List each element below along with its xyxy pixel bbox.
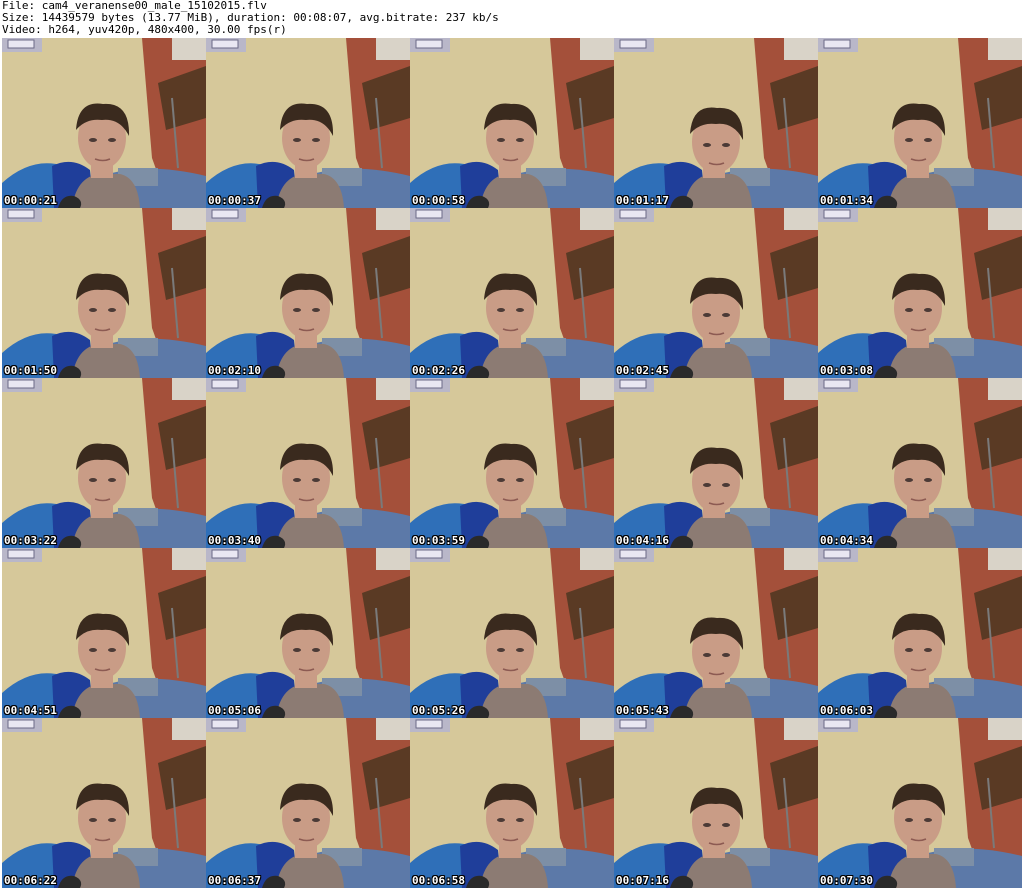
webcam-frame-image	[614, 548, 818, 718]
thumbnail-timestamp: 00:05:06	[208, 704, 261, 717]
thumbnail-timestamp: 00:03:40	[208, 534, 261, 547]
thumbnail-timestamp: 00:00:58	[412, 194, 465, 207]
webcam-frame-image	[206, 548, 410, 718]
webcam-frame-image	[410, 208, 614, 378]
video-thumbnail: 00:03:59	[410, 378, 614, 548]
thumbnail-timestamp: 00:06:22	[4, 874, 57, 887]
webcam-frame-image	[614, 378, 818, 548]
thumbnail-timestamp: 00:00:37	[208, 194, 261, 207]
webcam-frame-image	[818, 548, 1022, 718]
thumbnail-timestamp: 00:04:16	[616, 534, 669, 547]
webcam-frame-image	[2, 548, 206, 718]
webcam-frame-image	[206, 718, 410, 888]
file-info-header: File: cam4_veranense00_male_15102015.flv…	[2, 0, 1022, 38]
video-thumbnail: 00:05:06	[206, 548, 410, 718]
thumbnail-timestamp: 00:05:26	[412, 704, 465, 717]
thumbnail-timestamp: 00:07:16	[616, 874, 669, 887]
webcam-frame-image	[206, 38, 410, 208]
thumbnail-timestamp: 00:04:51	[4, 704, 57, 717]
video-thumbnail: 00:06:58	[410, 718, 614, 888]
thumbnail-timestamp: 00:01:17	[616, 194, 669, 207]
webcam-frame-image	[410, 718, 614, 888]
video-thumbnail: 00:06:37	[206, 718, 410, 888]
webcam-frame-image	[2, 208, 206, 378]
video-thumbnail: 00:03:40	[206, 378, 410, 548]
video-thumbnail: 00:04:16	[614, 378, 818, 548]
webcam-frame-image	[614, 208, 818, 378]
video-thumbnail: 00:00:37	[206, 38, 410, 208]
video-thumbnail: 00:05:26	[410, 548, 614, 718]
video-thumbnail: 00:05:43	[614, 548, 818, 718]
webcam-frame-image	[206, 378, 410, 548]
webcam-frame-image	[2, 38, 206, 208]
video-thumbnail: 00:06:22	[2, 718, 206, 888]
thumbnail-timestamp: 00:03:59	[412, 534, 465, 547]
webcam-frame-image	[614, 718, 818, 888]
webcam-frame-image	[2, 718, 206, 888]
video-thumbnail: 00:00:21	[2, 38, 206, 208]
thumbnail-timestamp: 00:00:21	[4, 194, 57, 207]
thumbnail-timestamp: 00:02:26	[412, 364, 465, 377]
thumbnail-timestamp: 00:06:58	[412, 874, 465, 887]
webcam-frame-image	[410, 38, 614, 208]
thumbnail-timestamp: 00:02:45	[616, 364, 669, 377]
thumbnail-timestamp: 00:04:34	[820, 534, 873, 547]
video-thumbnail: 00:02:45	[614, 208, 818, 378]
webcam-frame-image	[818, 38, 1022, 208]
video-thumbnail: 00:02:10	[206, 208, 410, 378]
video-thumbnail: 00:04:51	[2, 548, 206, 718]
video-thumbnail: 00:01:50	[2, 208, 206, 378]
video-thumbnail: 00:06:03	[818, 548, 1022, 718]
thumbnail-timestamp: 00:07:30	[820, 874, 873, 887]
webcam-frame-image	[410, 548, 614, 718]
video-thumbnail: 00:03:08	[818, 208, 1022, 378]
video-thumbnail: 00:00:58	[410, 38, 614, 208]
thumbnail-timestamp: 00:02:10	[208, 364, 261, 377]
thumbnail-timestamp: 00:06:37	[208, 874, 261, 887]
thumbnail-timestamp: 00:01:34	[820, 194, 873, 207]
thumbnail-timestamp: 00:03:08	[820, 364, 873, 377]
thumbnail-grid: 00:00:21 00:00:37 00:00:58 00:01:17 00:0…	[2, 38, 1022, 888]
video-thumbnail: 00:07:16	[614, 718, 818, 888]
video-info-line: Video: h264, yuv420p, 480x400, 30.00 fps…	[2, 23, 287, 36]
webcam-frame-image	[818, 378, 1022, 548]
webcam-frame-image	[410, 378, 614, 548]
webcam-frame-image	[206, 208, 410, 378]
thumbnail-timestamp: 00:06:03	[820, 704, 873, 717]
video-thumbnail: 00:07:30	[818, 718, 1022, 888]
video-thumbnail: 00:03:22	[2, 378, 206, 548]
webcam-frame-image	[614, 38, 818, 208]
video-thumbnail: 00:02:26	[410, 208, 614, 378]
thumbnail-timestamp: 00:05:43	[616, 704, 669, 717]
webcam-frame-image	[818, 208, 1022, 378]
video-thumbnail: 00:04:34	[818, 378, 1022, 548]
webcam-frame-image	[818, 718, 1022, 888]
thumbnail-timestamp: 00:03:22	[4, 534, 57, 547]
webcam-frame-image	[2, 378, 206, 548]
video-thumbnail: 00:01:34	[818, 38, 1022, 208]
thumbnail-timestamp: 00:01:50	[4, 364, 57, 377]
video-thumbnail: 00:01:17	[614, 38, 818, 208]
